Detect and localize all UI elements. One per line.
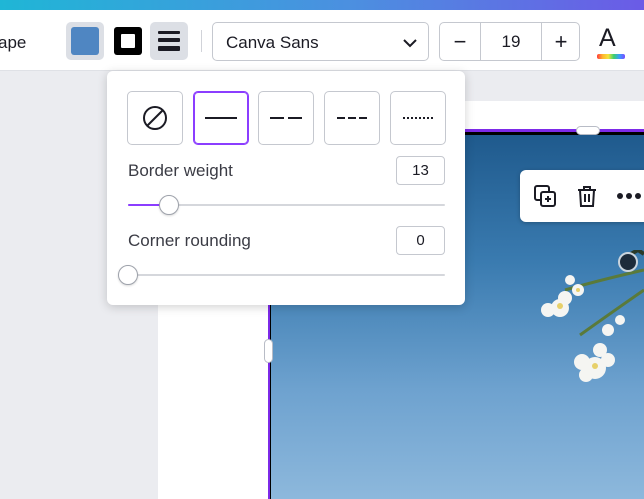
border-style-none[interactable] bbox=[127, 91, 183, 145]
corner-rounding-slider-thumb[interactable] bbox=[118, 265, 138, 285]
corner-rounding-slider[interactable] bbox=[128, 274, 445, 276]
short-dash-icon bbox=[337, 117, 367, 119]
resize-handle-top[interactable] bbox=[576, 126, 600, 135]
border-style-long-dash[interactable] bbox=[258, 91, 314, 145]
long-dash-icon bbox=[270, 117, 302, 119]
border-weight-input[interactable]: 13 bbox=[396, 156, 445, 185]
border-style-dotted[interactable] bbox=[390, 91, 446, 145]
trash-icon bbox=[578, 186, 596, 207]
font-size-stepper: − 19 + bbox=[439, 22, 580, 61]
border-color-button[interactable] bbox=[109, 22, 147, 60]
border-style-short-dash[interactable] bbox=[324, 91, 380, 145]
toolbar-divider bbox=[201, 30, 202, 52]
text-color-icon: A bbox=[599, 24, 616, 52]
font-family-value: Canva Sans bbox=[226, 33, 319, 52]
border-style-icon bbox=[158, 31, 180, 51]
decrease-font-size-button[interactable]: − bbox=[440, 23, 480, 60]
border-weight-label: Border weight bbox=[128, 161, 233, 180]
delete-button[interactable] bbox=[574, 183, 600, 209]
more-options-button[interactable] bbox=[616, 183, 642, 209]
border-weight-slider-thumb[interactable] bbox=[159, 195, 180, 215]
duplicate-icon bbox=[534, 185, 556, 207]
border-style-button[interactable] bbox=[150, 22, 188, 60]
fill-color-button[interactable] bbox=[66, 22, 104, 60]
resize-handle-left[interactable] bbox=[264, 339, 273, 363]
edit-shape-button-label[interactable]: ape bbox=[0, 33, 26, 53]
dotted-line-icon bbox=[403, 117, 433, 119]
flower-bouquet-image bbox=[541, 250, 644, 382]
solid-line-icon bbox=[205, 117, 237, 119]
top-gradient-bar bbox=[0, 0, 644, 10]
editor-toolbar: ape Canva Sans − 19 + A bbox=[0, 10, 644, 71]
no-border-icon bbox=[143, 106, 167, 130]
fill-color-swatch bbox=[71, 27, 99, 55]
font-family-dropdown[interactable]: Canva Sans bbox=[212, 22, 429, 61]
corner-rounding-label: Corner rounding bbox=[128, 231, 251, 250]
element-context-menu bbox=[520, 170, 644, 222]
chevron-down-icon bbox=[403, 39, 417, 48]
border-color-swatch bbox=[114, 27, 142, 55]
corner-rounding-input[interactable]: 0 bbox=[396, 226, 445, 255]
duplicate-button[interactable] bbox=[532, 183, 558, 209]
border-style-popover: Border weight 13 Corner rounding 0 bbox=[107, 71, 465, 305]
increase-font-size-button[interactable]: + bbox=[542, 23, 580, 60]
border-style-solid[interactable] bbox=[193, 91, 249, 145]
font-size-input[interactable]: 19 bbox=[481, 23, 541, 60]
text-color-button[interactable]: A bbox=[594, 24, 628, 62]
text-color-rainbow-bar bbox=[597, 54, 625, 59]
more-icon bbox=[617, 193, 641, 199]
